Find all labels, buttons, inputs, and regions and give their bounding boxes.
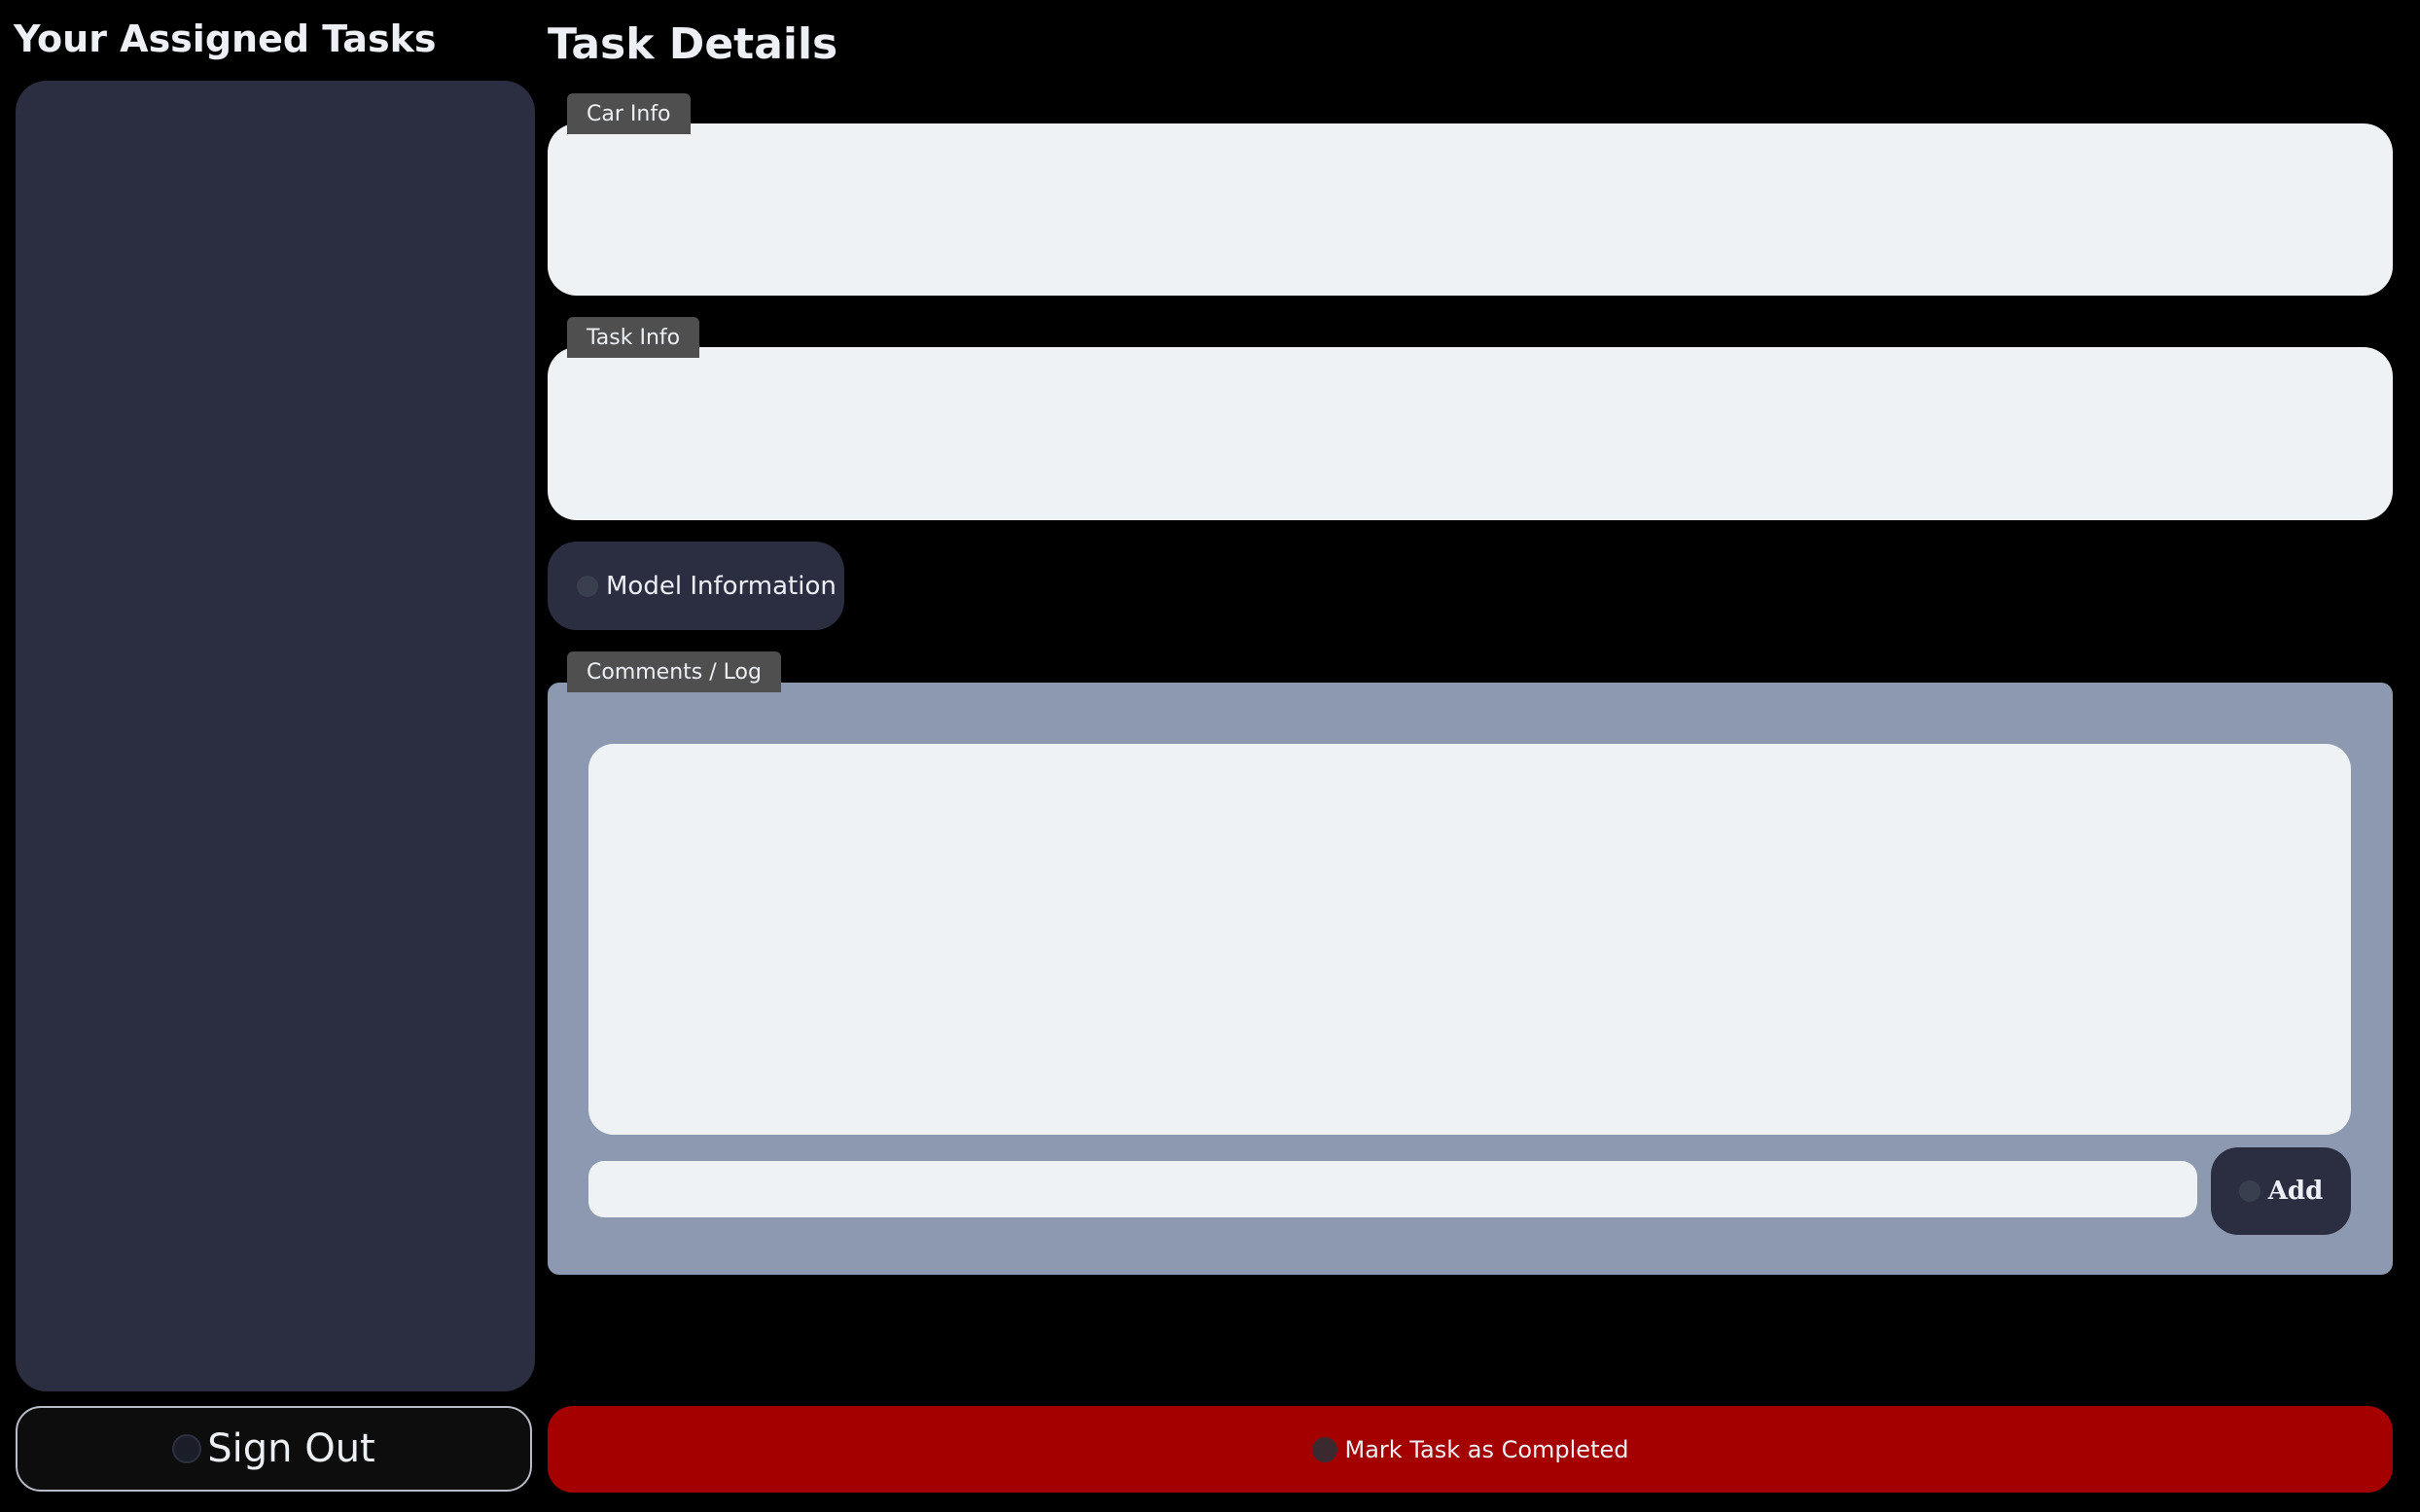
sign-out-label: Sign Out [207,1426,375,1471]
car-info-label: Car Info [567,93,691,134]
assigned-tasks-heading: Your Assigned Tasks [14,18,437,60]
comment-input[interactable] [588,1161,2197,1217]
sign-out-button[interactable]: Sign Out [16,1406,532,1492]
task-info-label: Task Info [567,317,700,358]
mark-task-completed-button[interactable]: Mark Task as Completed [548,1406,2393,1493]
model-information-button[interactable]: Model Information [548,542,844,630]
car-info-box [548,123,2393,296]
add-comment-button[interactable]: Add [2211,1147,2351,1235]
task-list[interactable] [16,81,535,1391]
info-icon [577,575,598,597]
add-comment-label: Add [2267,1177,2324,1206]
model-information-label: Model Information [606,571,836,601]
comments-panel: Add [548,683,2393,1275]
sign-out-icon [172,1434,202,1463]
task-info-box [548,347,2393,520]
add-icon [2238,1180,2260,1202]
app-window: Your Assigned Tasks Sign Out Task Detail… [0,0,2420,1512]
comments-log-area[interactable] [588,744,2351,1135]
task-details-heading: Task Details [548,19,838,69]
mark-task-completed-label: Mark Task as Completed [1344,1435,1629,1463]
check-icon [1311,1436,1337,1462]
comments-log-label: Comments / Log [567,651,781,692]
